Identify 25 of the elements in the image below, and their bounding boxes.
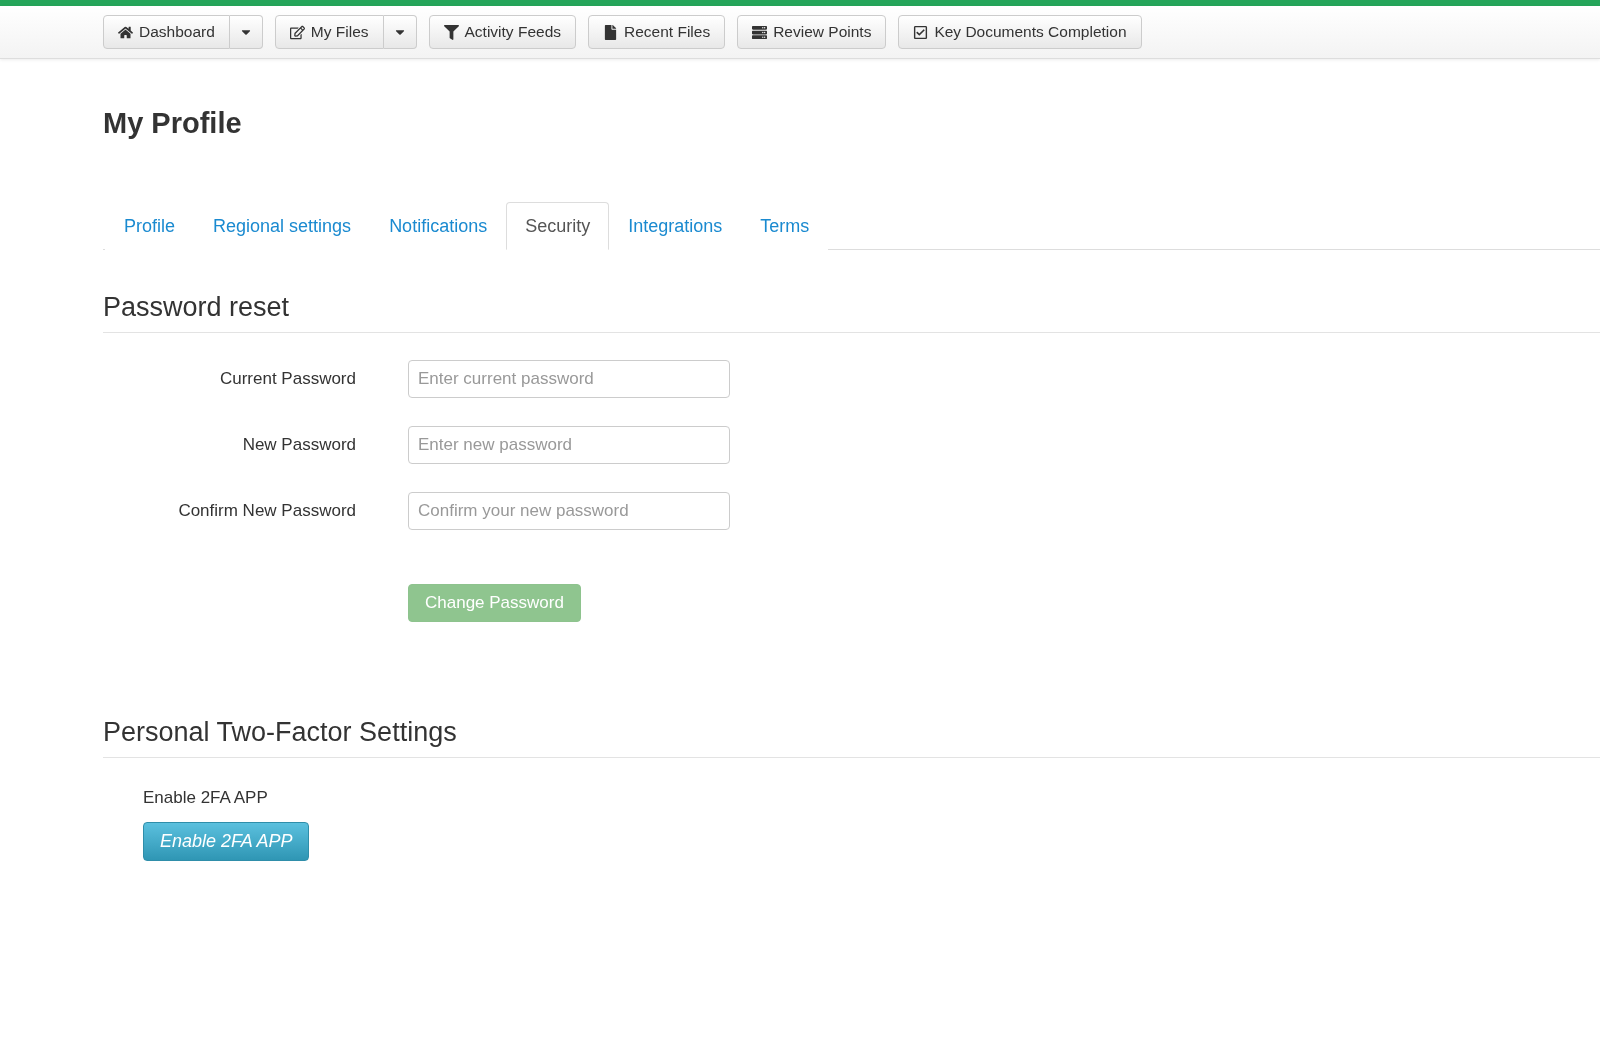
field-label: Current Password (218, 368, 356, 389)
field-label: New Password (241, 434, 356, 455)
toolbar-button[interactable]: My Files (274, 15, 384, 49)
toolbar-button[interactable]: Dashboard (103, 15, 230, 49)
tab[interactable]: Security (506, 201, 610, 250)
password-field[interactable]: Enter current password (408, 359, 730, 398)
file-icon (603, 24, 618, 40)
dropdown-button[interactable] (383, 15, 417, 49)
checkbox-icon (913, 24, 929, 40)
filter-icon (443, 24, 459, 40)
toolbar-button[interactable]: Review Points (737, 15, 887, 49)
dropdown-button[interactable] (229, 15, 263, 49)
password-field[interactable]: Enter new password (408, 425, 730, 464)
field-label: Confirm New Password (177, 500, 356, 521)
setting-label: Enable 2FA APP (143, 787, 268, 808)
toolbar-button[interactable]: Key Documents Completion (898, 15, 1142, 49)
password-field[interactable]: Confirm your new password (408, 491, 730, 530)
home-icon (118, 24, 133, 40)
edit-icon (289, 24, 305, 40)
page-title: My Profile (103, 106, 243, 141)
toolbar-button[interactable]: Recent Files (588, 15, 726, 49)
toolbar-button[interactable]: Activity Feeds (428, 15, 576, 49)
list-icon (752, 24, 768, 40)
section-heading: Password reset (103, 291, 1600, 333)
section-heading: Personal Two-Factor Settings (103, 716, 1600, 758)
